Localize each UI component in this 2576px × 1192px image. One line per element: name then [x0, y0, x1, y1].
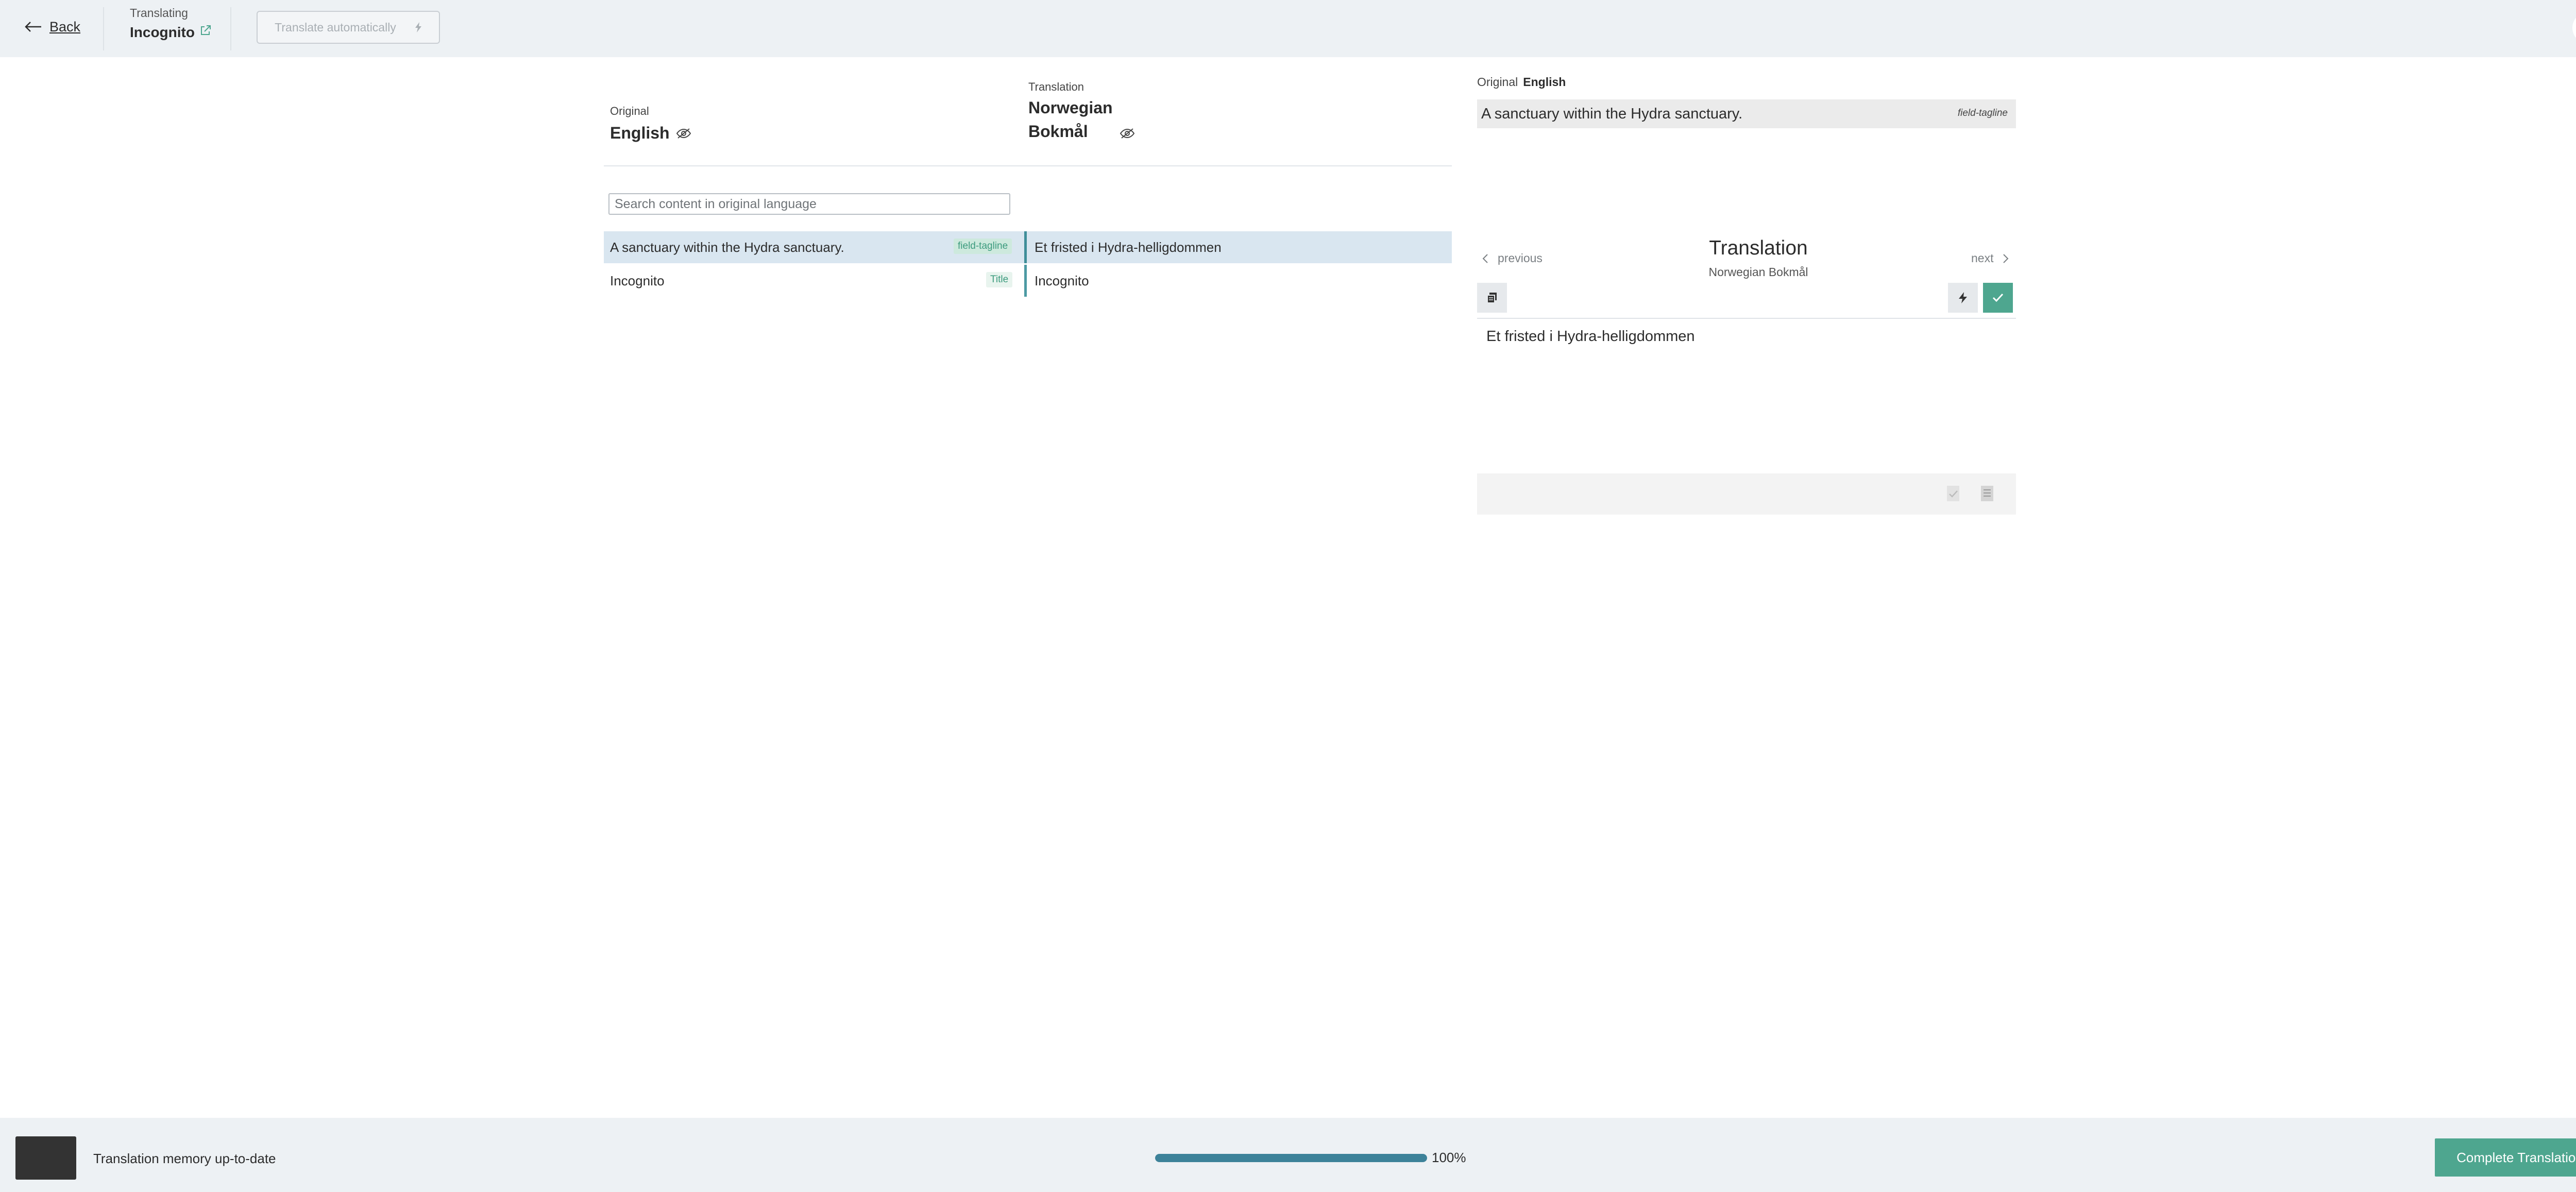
list-item[interactable]: A sanctuary within the Hydra sanctuary. …	[604, 231, 1452, 263]
original-column-header: Original English	[610, 105, 670, 145]
top-bar: Back Translating Incognito Translate aut…	[0, 0, 2576, 57]
translation-label: Translation	[1028, 80, 1084, 93]
header-divider	[604, 165, 1452, 166]
settings-button[interactable]	[2572, 12, 2576, 44]
previous-label: previous	[1498, 251, 1543, 265]
editor-text[interactable]: Et fristed i Hydra-helligdommen	[1486, 328, 1695, 345]
divider	[103, 7, 104, 50]
original-text-box: A sanctuary within the Hydra sanctuary. …	[1477, 99, 2016, 128]
source-text: Incognito	[610, 273, 665, 288]
machine-translate-button[interactable]	[1948, 283, 1978, 313]
document-title: Incognito	[130, 24, 195, 40]
copy-icon	[1487, 293, 1497, 303]
approve-button[interactable]	[1983, 283, 2013, 313]
field-tag: field-tagline	[954, 239, 1012, 254]
target-text: Et fristed i Hydra-helligdommen	[1035, 240, 1222, 255]
panel-original-label: Original	[1477, 75, 1518, 89]
original-label: Original	[610, 105, 649, 117]
source-text: A sanctuary within the Hydra sanctuary.	[610, 240, 844, 255]
eye-slash-icon[interactable]	[1120, 128, 1135, 142]
external-link-icon[interactable]	[199, 24, 212, 41]
translate-automatically-label: Translate automatically	[275, 20, 396, 34]
translation-language-line2: Bokmål	[1028, 122, 1088, 141]
row-divider	[1024, 265, 1027, 297]
lightning-icon	[415, 22, 421, 32]
document-name[interactable]: Incognito	[130, 24, 212, 41]
translation-language-line1: Norwegian	[1028, 98, 1113, 117]
previous-button[interactable]: previous	[1482, 251, 1543, 265]
check-icon	[1992, 293, 2004, 302]
chevron-left-icon	[1482, 253, 1488, 263]
next-label: next	[1971, 251, 1994, 265]
back-button[interactable]: Back	[24, 15, 80, 38]
checkmark-doc-icon[interactable]	[1945, 485, 1961, 505]
lightning-icon	[1959, 292, 1967, 303]
bottom-bar: Translation memory up-to-date 100% Compl…	[0, 1118, 2576, 1192]
translation-memory-status: Translation memory up-to-date	[93, 1151, 276, 1166]
panel-language: Norwegian Bokmål	[1708, 265, 1808, 279]
translation-language: Norwegian Bokmål	[1028, 96, 1113, 144]
translation-column-header: Translation Norwegian Bokmål	[1028, 80, 1113, 144]
panel-original-language: English	[1523, 75, 1566, 89]
complete-translation-button[interactable]: Complete Translation	[2435, 1138, 2576, 1177]
target-text: Incognito	[1035, 273, 1089, 288]
translate-automatically-button[interactable]: Translate automatically	[257, 11, 440, 44]
avatar[interactable]	[15, 1136, 76, 1180]
eye-slash-icon[interactable]	[676, 128, 691, 142]
next-button[interactable]: next	[1971, 251, 2009, 265]
text-doc-icon[interactable]	[1979, 485, 1995, 505]
progress-bar	[1155, 1154, 1427, 1162]
divider	[230, 7, 231, 50]
back-label: Back	[49, 19, 81, 35]
search-input[interactable]	[608, 193, 1010, 215]
original-text: A sanctuary within the Hydra sanctuary.	[1481, 106, 1743, 122]
translating-label: Translating	[130, 6, 188, 20]
progress-fill	[1155, 1154, 1427, 1162]
field-name: field-tagline	[1957, 108, 2008, 118]
row-divider	[1024, 231, 1027, 263]
list-item[interactable]: Incognito Title Incognito	[604, 265, 1452, 297]
field-tag: Title	[986, 272, 1013, 287]
editor-footer	[1477, 473, 2016, 515]
original-language: English	[610, 124, 670, 142]
progress-label: 100%	[1432, 1150, 1466, 1165]
chevron-right-icon	[2003, 253, 2009, 263]
copy-original-button[interactable]	[1477, 283, 1507, 313]
panel-title: Translation	[1709, 237, 1808, 259]
translation-editor[interactable]: Et fristed i Hydra-helligdommen	[1477, 318, 2016, 473]
arrow-left-icon	[25, 22, 41, 32]
panel-original-header: Original English	[1477, 75, 1566, 89]
